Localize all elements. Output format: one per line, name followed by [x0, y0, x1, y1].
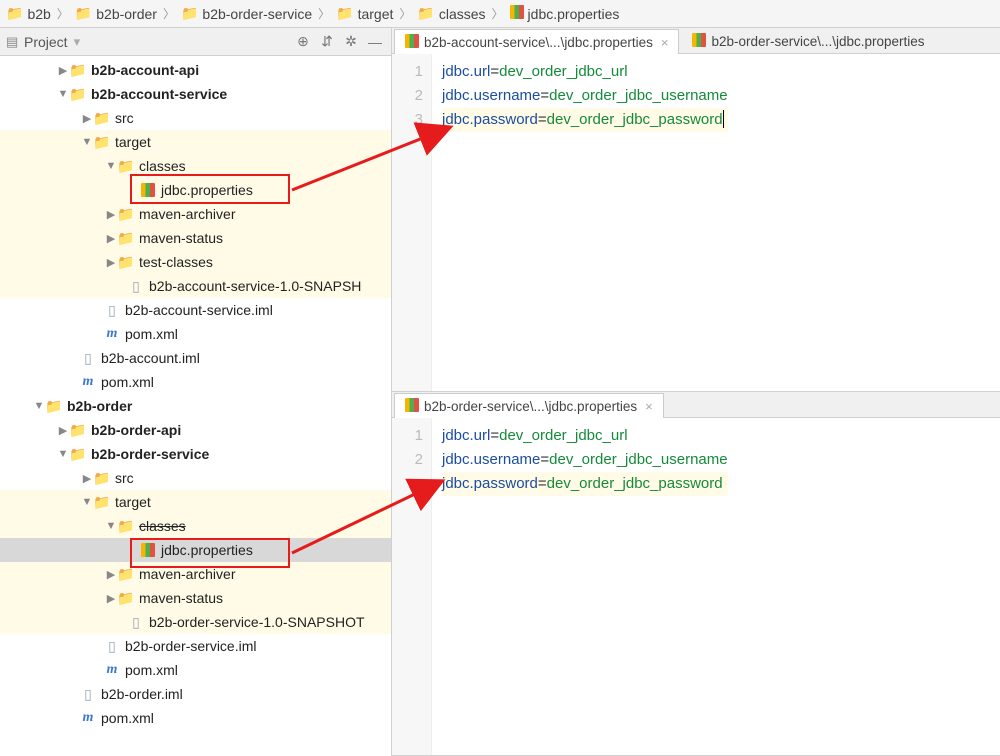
tree-node-account-service[interactable]: ▼📁b2b-account-service	[0, 82, 391, 106]
tree-node-account-iml[interactable]: ▯b2b-account-service.iml	[0, 298, 391, 322]
code-area-bottom[interactable]: jdbc.url=dev_order_jdbc_url jdbc.usernam…	[432, 418, 738, 755]
tree-node-src-2[interactable]: ▶📁src	[0, 466, 391, 490]
tree-node-order-service[interactable]: ▼📁b2b-order-service	[0, 442, 391, 466]
editor-body-bottom[interactable]: 12 jdbc.url=dev_order_jdbc_url jdbc.user…	[392, 418, 1000, 755]
crumb-b2b[interactable]: 📁b2b	[2, 5, 55, 22]
tree-node-jdbc-1[interactable]: jdbc.properties	[0, 178, 391, 202]
project-tree[interactable]: ▶📁b2b-account-api ▼📁b2b-account-service …	[0, 56, 391, 756]
tree-node-order-iml[interactable]: ▯b2b-order-service.iml	[0, 634, 391, 658]
close-icon[interactable]: ×	[645, 399, 653, 414]
tab-account-jdbc[interactable]: b2b-account-service\...\jdbc.properties×	[394, 29, 679, 54]
crumb-b2b-order[interactable]: 📁b2b-order	[71, 5, 161, 22]
expand-icon[interactable]: ⇵	[317, 32, 337, 52]
editor-pane-top: b2b-account-service\...\jdbc.properties×…	[392, 28, 1000, 392]
tree-node-order-api[interactable]: ▶📁b2b-order-api	[0, 418, 391, 442]
tree-node-maven-archiver[interactable]: ▶📁maven-archiver	[0, 202, 391, 226]
editor-tabs-bottom: b2b-order-service\...\jdbc.properties×	[392, 392, 1000, 418]
hide-icon[interactable]: —	[365, 32, 385, 52]
tree-node-test-classes[interactable]: ▶📁test-classes	[0, 250, 391, 274]
tree-node-pom-4[interactable]: mpom.xml	[0, 706, 391, 730]
tool-window-icon[interactable]: ▤	[6, 34, 20, 50]
breadcrumb-bar: 📁b2b〉 📁b2b-order〉 📁b2b-order-service〉 📁t…	[0, 0, 1000, 28]
crumb-target[interactable]: 📁target	[332, 5, 397, 22]
editor-area: b2b-account-service\...\jdbc.properties×…	[392, 28, 1000, 756]
editor-pane-bottom: b2b-order-service\...\jdbc.properties× 1…	[392, 392, 1000, 756]
crumb-service[interactable]: 📁b2b-order-service	[177, 5, 316, 22]
tree-node-classes[interactable]: ▼📁classes	[0, 154, 391, 178]
tree-node-b2b-order-iml[interactable]: ▯b2b-order.iml	[0, 682, 391, 706]
tree-node-account-api[interactable]: ▶📁b2b-account-api	[0, 58, 391, 82]
tree-node-pom-1[interactable]: mpom.xml	[0, 322, 391, 346]
tab-order-jdbc-2[interactable]: b2b-order-service\...\jdbc.properties×	[394, 393, 664, 418]
close-icon[interactable]: ×	[661, 35, 669, 50]
project-toolbar: ▤ Project ▾ ⊕ ⇵ ✲ —	[0, 28, 391, 56]
crumb-classes[interactable]: 📁classes	[413, 5, 489, 22]
tree-node-snapshot-account[interactable]: ▯b2b-account-service-1.0-SNAPSH	[0, 274, 391, 298]
tree-node-maven-archiver-2[interactable]: ▶📁maven-archiver	[0, 562, 391, 586]
editor-tabs-top: b2b-account-service\...\jdbc.properties×…	[392, 28, 1000, 54]
locate-icon[interactable]: ⊕	[293, 32, 313, 52]
tree-node-target[interactable]: ▼📁target	[0, 130, 391, 154]
tree-node-maven-status[interactable]: ▶📁maven-status	[0, 226, 391, 250]
gutter: 12	[392, 418, 432, 755]
tree-node-b2b-order[interactable]: ▼📁b2b-order	[0, 394, 391, 418]
code-area-top[interactable]: jdbc.url=dev_order_jdbc_url jdbc.usernam…	[432, 54, 738, 391]
tree-node-b2b-account-iml[interactable]: ▯b2b-account.iml	[0, 346, 391, 370]
tree-node-target-2[interactable]: ▼📁target	[0, 490, 391, 514]
tree-node-classes-2[interactable]: ▼📁classes	[0, 514, 391, 538]
gear-icon[interactable]: ✲	[341, 32, 361, 52]
tree-node-pom-2[interactable]: mpom.xml	[0, 370, 391, 394]
text-caret	[723, 110, 724, 128]
project-panel: ▤ Project ▾ ⊕ ⇵ ✲ — ▶📁b2b-account-api ▼📁…	[0, 28, 392, 756]
tree-node-src[interactable]: ▶📁src	[0, 106, 391, 130]
gutter: 123	[392, 54, 432, 391]
tree-node-maven-status-2[interactable]: ▶📁maven-status	[0, 586, 391, 610]
crumb-file[interactable]: jdbc.properties	[506, 5, 624, 22]
tab-order-jdbc[interactable]: b2b-order-service\...\jdbc.properties	[681, 28, 935, 53]
editor-body-top[interactable]: 123 jdbc.url=dev_order_jdbc_url jdbc.use…	[392, 54, 1000, 391]
tree-node-jdbc-2[interactable]: jdbc.properties	[0, 538, 391, 562]
tree-node-pom-3[interactable]: mpom.xml	[0, 658, 391, 682]
panel-title[interactable]: Project	[24, 34, 68, 50]
tree-node-snapshot-order[interactable]: ▯b2b-order-service-1.0-SNAPSHOT	[0, 610, 391, 634]
